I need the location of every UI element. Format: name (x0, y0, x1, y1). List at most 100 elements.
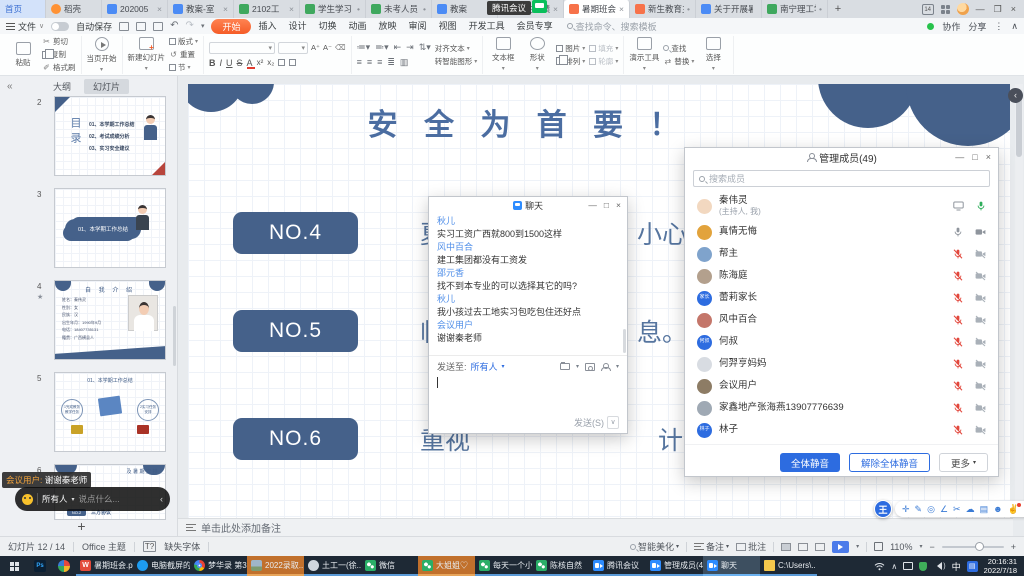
tab-close-icon[interactable]: × (223, 4, 228, 14)
sorter-view-icon[interactable] (798, 543, 808, 551)
shape-button[interactable]: 形状▾ (522, 37, 552, 72)
decrease-indent-icon[interactable]: ⇤ (394, 42, 402, 53)
member-row[interactable]: 林子 林子 (685, 419, 998, 441)
calendar-icon[interactable]: 14 (922, 4, 934, 15)
tray-expand-icon[interactable]: ∧ (891, 562, 897, 571)
new-tab-button[interactable]: + (828, 0, 848, 18)
theme-label[interactable]: Office 主题 (82, 540, 126, 553)
subscript-button[interactable]: x₂ (267, 58, 274, 67)
menu-item[interactable]: 开始 (211, 19, 251, 34)
member-row[interactable]: 家长 蕾莉家长 (685, 287, 998, 309)
wps-tray-icon[interactable]: ▤ (967, 561, 978, 572)
slide-thumbnail-2[interactable]: 目录 01、本学期工作总结02、考试成绩分析03、实习安全建议 (54, 96, 166, 176)
taskbar-window-button[interactable]: 微信 (361, 556, 418, 576)
toolbar-more-icon[interactable]: ▾ (201, 23, 205, 30)
document-tab[interactable]: 首页 (0, 0, 46, 18)
tab-close-icon[interactable]: × (553, 4, 558, 14)
member-row[interactable]: 秦伟灵 (主持人, 我) (685, 191, 998, 221)
section-button[interactable]: 节▾ (169, 62, 198, 73)
account-avatar[interactable] (957, 3, 969, 15)
char-shading-icon[interactable] (289, 59, 296, 66)
member-select-icon[interactable] (601, 363, 610, 371)
textbox-button[interactable]: 文本框▾ (488, 37, 518, 72)
chat-sender[interactable]: 秋儿 (437, 293, 619, 306)
send-button[interactable]: 发送(S) (574, 416, 604, 429)
taskbar-window-button[interactable]: 管理成员(4.. (646, 556, 703, 576)
mic-icon[interactable] (953, 381, 963, 391)
convert-diagram-button[interactable]: 转智能图形▾ (435, 56, 478, 67)
user-badge[interactable]: 王 (874, 500, 892, 518)
paste-button[interactable]: 粘贴 (8, 42, 38, 68)
align-text-button[interactable]: 对齐文本▾ (435, 43, 478, 54)
chat-input[interactable] (437, 374, 619, 416)
mic-icon[interactable] (953, 315, 963, 325)
chat-target-select[interactable]: 所有人 (42, 493, 68, 505)
tab-close-icon[interactable]: • (423, 4, 426, 14)
comments-button[interactable]: 批注 (736, 540, 766, 553)
meeting-chat-bar[interactable]: 所有人 ▾ 说点什么... ‹ (15, 487, 170, 511)
minimize-button[interactable]: — (976, 4, 985, 14)
screenshot-icon[interactable] (585, 363, 595, 371)
print-icon[interactable] (136, 22, 146, 31)
zoom-slider-knob[interactable] (975, 542, 984, 551)
pointer-tool-icon[interactable]: ✛ (902, 505, 910, 514)
zoom-slider[interactable] (942, 546, 1004, 548)
laser-tool-icon[interactable]: ◎ (927, 505, 935, 514)
slide-thumbnail-3[interactable]: 01、本学期工作总结 (54, 188, 166, 268)
align-center-icon[interactable]: ≡ (367, 57, 372, 67)
shape-tool-icon[interactable]: ∠ (940, 505, 948, 514)
camera-icon[interactable] (975, 337, 986, 347)
file-menu[interactable]: 文件∨ (6, 20, 44, 33)
tab-close-icon[interactable]: × (619, 4, 624, 14)
columns-icon[interactable]: ▥ (400, 57, 409, 68)
underline-button[interactable]: U (226, 58, 233, 68)
member-list[interactable]: 秦伟灵 (主持人, 我) 真情无悔 (685, 191, 998, 441)
chat-titlebar[interactable]: 聊天 — □ × (429, 197, 627, 213)
reset-button[interactable]: ↺重置 (169, 49, 198, 60)
missing-font-label[interactable]: 缺失字体 (164, 540, 200, 553)
maximize-button[interactable]: ❐ (994, 4, 1002, 15)
superscript-button[interactable]: x² (257, 58, 264, 67)
taskbar-item-app[interactable] (52, 556, 76, 576)
share-button[interactable]: 分享 (968, 20, 986, 33)
document-tab[interactable]: 新生教育主 • (630, 0, 696, 18)
file-send-icon[interactable] (560, 363, 570, 370)
slide-thumbnail-4[interactable]: 自 我 介 绍 姓名：秦伟灵性别：女民族：汉出生年月：1990年9月电话：184… (54, 280, 166, 360)
camera-icon[interactable] (975, 315, 986, 325)
tab-close-icon[interactable]: • (687, 4, 690, 14)
zoom-value[interactable]: 110% (890, 542, 912, 552)
taskbar-window-button[interactable]: 土工一(徐.. (304, 556, 361, 576)
redo-icon[interactable]: ↷ (186, 21, 194, 31)
font-name-select[interactable] (209, 42, 275, 54)
more-menu-icon[interactable]: ⋮ (994, 21, 1003, 32)
collapse-ribbon-icon[interactable]: ∧ (1011, 21, 1018, 32)
camera-icon[interactable] (975, 403, 986, 413)
taskbar-window-button[interactable]: 电脑截屏的.. (133, 556, 190, 576)
tab-outline[interactable]: 大纲 (44, 79, 80, 94)
autosave-toggle[interactable] (51, 22, 69, 31)
find-button[interactable]: 查找 (663, 43, 694, 54)
wifi-icon[interactable] (874, 562, 885, 571)
slideshow-play-button[interactable] (832, 541, 849, 553)
system-clock[interactable]: 20:16:31 2022/7/18 (984, 557, 1020, 576)
taskbar-window-button[interactable]: 聊天 (703, 556, 760, 576)
font-size-select[interactable] (278, 42, 308, 54)
canvas-scrollbar[interactable] (1015, 84, 1023, 518)
taskbar-window-button[interactable]: 每天一个小.. (475, 556, 532, 576)
undo-icon[interactable]: ↶ (170, 21, 178, 31)
mic-icon[interactable] (953, 359, 963, 369)
taskbar-window-button[interactable]: 陈核自然 (532, 556, 589, 576)
taskbar-window-button[interactable]: 梦华录 第3.. (190, 556, 247, 576)
camera-icon[interactable] (975, 293, 986, 303)
clear-format-icon[interactable]: ⌫ (335, 43, 346, 52)
beautify-button[interactable]: 智能美化▾ (630, 540, 679, 553)
send-options-button[interactable]: ∨ (607, 416, 619, 429)
chat-sender[interactable]: 秋儿 (437, 215, 619, 228)
taskbar-window-button[interactable]: 2022录取.. (247, 556, 304, 576)
tab-close-icon[interactable]: • (357, 4, 360, 14)
tab-close-icon[interactable]: × (289, 4, 294, 14)
cut-button[interactable]: ✂剪切 (42, 36, 76, 47)
arrange-button[interactable]: 排列▾ (556, 56, 585, 67)
display-tray-icon[interactable] (903, 562, 913, 570)
document-tab[interactable]: 南宁理工学 • (762, 0, 828, 18)
